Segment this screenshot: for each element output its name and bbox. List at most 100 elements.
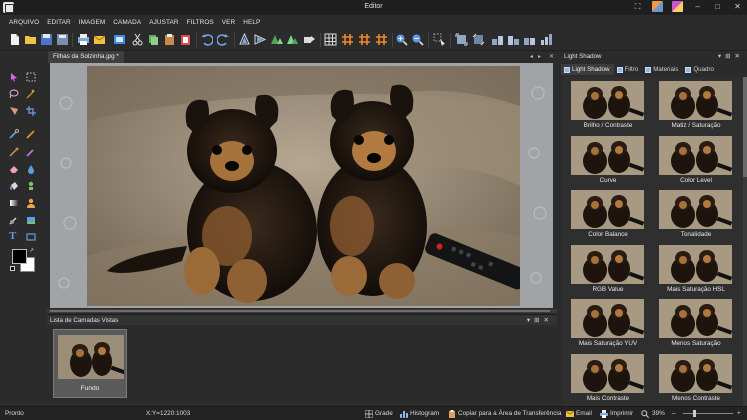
magic-wand-icon[interactable] bbox=[26, 89, 36, 99]
rotate-left-icon[interactable] bbox=[270, 33, 283, 46]
paste-icon[interactable] bbox=[163, 33, 176, 46]
text-tool-icon[interactable]: T bbox=[9, 231, 20, 242]
align-left-icon[interactable] bbox=[491, 33, 504, 46]
effect-item[interactable]: Mais Contraste bbox=[565, 351, 651, 405]
pin-icon[interactable]: ⊞ bbox=[534, 317, 543, 324]
gradient-icon[interactable] bbox=[9, 198, 19, 208]
tab-prev-icon[interactable]: ◂ bbox=[530, 53, 533, 60]
pencil-icon[interactable] bbox=[26, 129, 36, 139]
tab-next-icon[interactable]: ▸ bbox=[538, 53, 541, 60]
layer-item[interactable]: Fundo bbox=[53, 329, 127, 398]
capture-icon[interactable] bbox=[113, 33, 126, 46]
person-stamp-icon[interactable] bbox=[26, 198, 36, 208]
email-button[interactable]: Email bbox=[576, 410, 592, 417]
open-folder-icon[interactable] bbox=[24, 33, 37, 46]
airbrush-icon[interactable] bbox=[26, 147, 36, 157]
flip-vertical-icon[interactable] bbox=[238, 33, 251, 46]
maximize-button[interactable]: □ bbox=[712, 1, 723, 12]
histogram-icon[interactable] bbox=[400, 410, 408, 418]
shape-tool-icon[interactable] bbox=[26, 232, 36, 242]
effect-item[interactable]: Menos Contraste bbox=[653, 351, 739, 405]
email-icon[interactable] bbox=[566, 410, 574, 418]
effect-item[interactable]: Tonalidade bbox=[653, 187, 739, 241]
print-button[interactable]: Imprimir bbox=[610, 410, 633, 417]
brush-icon[interactable] bbox=[9, 147, 19, 157]
zoom-out-button[interactable]: – bbox=[672, 410, 676, 417]
copy-to-clipboard-button[interactable]: Copiar para a Área de Transferência bbox=[458, 410, 561, 417]
transform-icon[interactable] bbox=[9, 106, 19, 116]
menu-editar[interactable]: EDITAR bbox=[47, 19, 71, 26]
zoom-slider-handle[interactable] bbox=[693, 410, 696, 417]
blur-drop-icon[interactable] bbox=[26, 164, 36, 174]
effect-item[interactable]: Mais Saturação YUV bbox=[565, 296, 651, 350]
grid-toggle[interactable]: Grade bbox=[375, 410, 393, 417]
scroll-thumb[interactable] bbox=[743, 77, 747, 177]
fullscreen-icon[interactable]: ⛶ bbox=[632, 1, 643, 12]
reset-colors-icon[interactable] bbox=[10, 266, 15, 271]
pin-icon[interactable]: ⊞ bbox=[725, 53, 734, 60]
tab-materiais[interactable]: Materiais bbox=[642, 64, 682, 75]
undo-icon[interactable] bbox=[200, 33, 213, 46]
panel-close-icon[interactable]: ✕ bbox=[735, 53, 744, 60]
tab-filtro[interactable]: Filtro bbox=[614, 64, 643, 75]
menu-filtros[interactable]: FILTROS bbox=[187, 19, 214, 26]
grid-icon[interactable] bbox=[365, 410, 373, 418]
grid-orange-icon[interactable] bbox=[341, 33, 354, 46]
menu-imagem[interactable]: IMAGEM bbox=[79, 19, 106, 26]
eyedropper-icon[interactable] bbox=[9, 129, 19, 139]
crop-tool-icon[interactable] bbox=[26, 106, 36, 116]
zoom-in-button[interactable]: + bbox=[737, 410, 741, 417]
pointer-icon[interactable] bbox=[433, 33, 446, 46]
zoom-out-icon[interactable] bbox=[411, 33, 424, 46]
clipboard-icon[interactable] bbox=[448, 410, 456, 418]
menu-help[interactable]: HELP bbox=[243, 19, 260, 26]
close-button[interactable]: ✕ bbox=[732, 1, 743, 12]
canvas[interactable] bbox=[50, 63, 553, 308]
new-file-icon[interactable] bbox=[8, 33, 21, 46]
effects-scrollbar[interactable] bbox=[743, 77, 747, 406]
horizontal-scrollbar[interactable] bbox=[47, 309, 557, 313]
align-right-icon[interactable] bbox=[523, 33, 536, 46]
effect-item[interactable]: Brilho / Contraste bbox=[565, 78, 651, 132]
menu-arquivo[interactable]: ARQUIVO bbox=[9, 19, 39, 26]
save-as-icon[interactable] bbox=[56, 33, 69, 46]
crop-icon[interactable] bbox=[472, 33, 485, 46]
theme-icon[interactable] bbox=[652, 1, 663, 12]
minimize-button[interactable]: – bbox=[692, 1, 703, 12]
smudge-icon[interactable] bbox=[9, 215, 19, 225]
redo-icon[interactable] bbox=[217, 33, 230, 46]
cut-icon[interactable] bbox=[131, 33, 144, 46]
grid-orange-2-icon[interactable] bbox=[358, 33, 371, 46]
rotate-right-icon[interactable] bbox=[286, 33, 299, 46]
fill-bucket-icon[interactable] bbox=[9, 181, 19, 191]
store-icon[interactable] bbox=[672, 1, 683, 12]
image-tool-icon[interactable] bbox=[26, 215, 36, 225]
menu-camada[interactable]: CAMADA bbox=[113, 19, 141, 26]
effect-item[interactable]: Mais Saturação HSL bbox=[653, 242, 739, 296]
tab-close-icon[interactable]: ✕ bbox=[549, 53, 554, 60]
effect-item[interactable]: Color Level bbox=[653, 133, 739, 187]
bar-chart-icon[interactable] bbox=[540, 33, 553, 46]
panel-close-icon[interactable]: ✕ bbox=[544, 317, 553, 324]
email-icon[interactable] bbox=[93, 33, 106, 46]
flip-horizontal-icon[interactable] bbox=[254, 33, 267, 46]
effect-item[interactable]: Color Balance bbox=[565, 187, 651, 241]
move-tool-icon[interactable] bbox=[9, 72, 19, 82]
resize-icon[interactable] bbox=[303, 33, 316, 46]
panel-menu-icon[interactable]: ▾ bbox=[527, 317, 534, 324]
rect-select-icon[interactable] bbox=[26, 72, 36, 82]
foreground-color-swatch[interactable] bbox=[12, 249, 27, 264]
zoom-slider[interactable] bbox=[683, 410, 733, 417]
print-icon[interactable] bbox=[600, 410, 608, 418]
menu-ver[interactable]: VER bbox=[222, 19, 235, 26]
clone-stamp-icon[interactable] bbox=[26, 181, 36, 191]
copy-icon[interactable] bbox=[147, 33, 160, 46]
scroll-thumb[interactable] bbox=[50, 310, 550, 312]
document-tab[interactable]: Filhas da Solzinha.jpg * bbox=[48, 51, 124, 63]
effect-item[interactable]: Curve bbox=[565, 133, 651, 187]
effect-item[interactable]: Menos Saturação bbox=[653, 296, 739, 350]
paste-new-icon[interactable] bbox=[179, 33, 192, 46]
tab-quadro[interactable]: Quadro bbox=[682, 64, 718, 75]
effect-item[interactable]: RGB Value bbox=[565, 242, 651, 296]
save-icon[interactable] bbox=[40, 33, 53, 46]
